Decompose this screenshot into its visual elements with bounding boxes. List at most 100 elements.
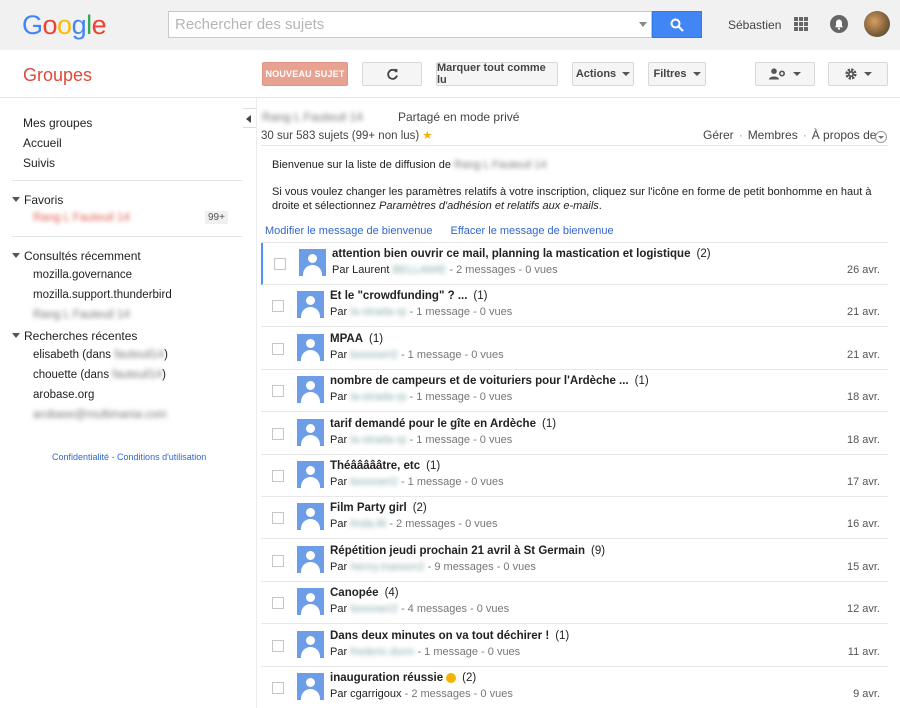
topic-row[interactable]: tarif demandé pour le gîte en Ardèche (1)… xyxy=(261,413,888,455)
topic-subject[interactable]: Dans deux minutes on va tout déchirer ! (… xyxy=(330,630,569,642)
chevron-down-icon xyxy=(793,72,801,76)
search-options-chevron-icon[interactable] xyxy=(639,22,647,27)
topic-row[interactable]: Dans deux minutes on va tout déchirer ! (… xyxy=(261,625,888,667)
membership-settings-button[interactable] xyxy=(755,62,815,86)
author-avatar-icon xyxy=(297,503,324,531)
topic-subject[interactable]: nombre de campeurs et de voituriers pour… xyxy=(330,375,649,387)
manage-link[interactable]: Gérer xyxy=(703,128,734,142)
sidebar-search-item[interactable]: chouette (dans fauteuil14) xyxy=(33,369,166,381)
sidebar-section-searches[interactable]: Recherches récentes xyxy=(12,329,137,343)
topic-author: bossoeri2 xyxy=(350,476,398,488)
topic-meta: Par la-strada-rp - 1 message - 0 vues xyxy=(330,306,512,318)
apps-grid-icon[interactable] xyxy=(794,17,808,31)
topic-subject-text: tarif demandé pour le gîte en Ardèche xyxy=(330,417,536,430)
user-name[interactable]: Sébastien xyxy=(728,18,781,32)
about-link[interactable]: À propos de xyxy=(812,128,877,142)
topic-checkbox[interactable] xyxy=(272,470,284,482)
sidebar: Mes groupes Accueil Suivis Favoris Rang … xyxy=(0,98,243,708)
sharing-status: Partagé en mode privé xyxy=(398,110,520,124)
topic-subject[interactable]: Théâââââtre, etc (1) xyxy=(330,460,440,472)
about-chevron-icon[interactable] xyxy=(875,131,887,143)
sidebar-favorite-group[interactable]: Rang L Fauteuil 14 xyxy=(33,212,130,224)
topic-checkbox[interactable] xyxy=(272,385,284,398)
topic-row[interactable]: Film Party girl (2) Par linda.lili - 2 mes… xyxy=(261,497,888,540)
sidebar-recent-item[interactable]: mozilla.support.thunderbird xyxy=(33,289,172,301)
main-divider xyxy=(261,145,888,146)
mark-all-read-button[interactable]: Marquer tout comme lu xyxy=(436,62,558,86)
sidebar-recent-item[interactable]: mozilla.governance xyxy=(33,269,132,281)
sidebar-search-item[interactable]: elisabeth (dans fauteuil14) xyxy=(33,349,168,361)
sidebar-search-item[interactable]: arobase@multimania.com xyxy=(33,409,167,421)
edit-welcome-link[interactable]: Modifier le message de bienvenue xyxy=(265,225,433,237)
google-logo[interactable]: Google xyxy=(22,10,107,41)
delete-welcome-link[interactable]: Effacer le message de bienvenue xyxy=(451,225,614,237)
topic-checkbox[interactable] xyxy=(272,342,284,355)
search-input[interactable] xyxy=(169,12,629,37)
topic-stats: - 1 message - 0 vues xyxy=(406,306,513,319)
filters-button[interactable]: Filtres xyxy=(648,62,706,86)
settings-button[interactable] xyxy=(828,62,888,86)
topic-row[interactable]: Répétition jeudi prochain 21 avril à St … xyxy=(261,540,888,582)
topic-checkbox[interactable] xyxy=(272,554,284,567)
topic-checkbox[interactable] xyxy=(274,258,286,270)
topic-stats: - 9 messages - 0 vues xyxy=(424,560,536,573)
members-link[interactable]: Membres xyxy=(748,128,798,142)
topic-checkbox[interactable] xyxy=(272,639,284,652)
topic-author: la-strada-rp xyxy=(350,433,407,446)
refresh-icon xyxy=(386,68,398,80)
sidebar-section-favorites[interactable]: Favoris xyxy=(12,193,63,207)
topic-row[interactable]: nombre de campeurs et de voituriers pour… xyxy=(261,370,888,413)
topic-date: 18 avr. xyxy=(846,433,880,446)
logo-letter: G xyxy=(22,10,43,40)
topic-subject[interactable]: attention bien ouvrir ce mail, planning … xyxy=(332,248,711,260)
collapse-sidebar-handle[interactable] xyxy=(243,108,257,128)
topic-subject[interactable]: Et le "crowdfunding" ? ... (1) xyxy=(330,290,487,302)
actions-button[interactable]: Actions xyxy=(572,62,634,86)
topic-checkbox[interactable] xyxy=(272,682,284,694)
sidebar-search-item[interactable]: arobase.org xyxy=(33,389,94,401)
topic-row[interactable]: Et le "crowdfunding" ? ... (1) Par la-stra… xyxy=(261,285,888,328)
topic-author-prefix: Par xyxy=(330,391,351,404)
topic-row[interactable]: Canopée (4) Par bossoeri2 - 4 messages - 0… xyxy=(261,582,888,625)
footer-links: Confidentialité - Conditions d'utilisati… xyxy=(52,452,207,462)
sidebar-item-home[interactable]: Accueil xyxy=(23,136,62,150)
topic-subject-text: nombre de campeurs et de voituriers pour… xyxy=(330,375,629,388)
gear-icon xyxy=(845,68,857,80)
topic-row[interactable]: MPAA (1) Par bossoeri2 - 1 message - 0 vue… xyxy=(261,328,888,370)
topic-message-count: (1) xyxy=(473,290,488,303)
privacy-link[interactable]: Confidentialité xyxy=(52,452,109,462)
terms-link[interactable]: Conditions d'utilisation xyxy=(117,452,206,462)
sidebar-recent-item[interactable]: Rang L Fauteuil 14 xyxy=(33,309,130,321)
topic-checkbox[interactable] xyxy=(272,427,284,440)
topic-row[interactable]: Théâââââtre, etc (1) Par bossoeri2 - 1 mes… xyxy=(261,455,888,497)
user-avatar[interactable] xyxy=(864,11,890,37)
topic-checkbox[interactable] xyxy=(272,300,284,313)
topic-row[interactable]: inauguration réussie (2) Par cgarrigoux - … xyxy=(261,667,888,708)
search-button[interactable] xyxy=(652,11,702,38)
topic-subject-text: inauguration réussie xyxy=(330,672,444,684)
app-title[interactable]: Groupes xyxy=(23,65,92,86)
topic-subject[interactable]: tarif demandé pour le gîte en Ardèche (1) xyxy=(330,418,556,430)
topic-checkbox[interactable] xyxy=(272,597,284,610)
topic-subject[interactable]: Canopée (4) xyxy=(330,587,399,599)
topic-date: 15 avr. xyxy=(846,560,880,573)
sidebar-item-followed[interactable]: Suivis xyxy=(23,156,55,170)
refresh-button[interactable] xyxy=(362,62,422,86)
group-name[interactable]: Rang L Fauteuil 14 xyxy=(262,110,363,124)
favorites-header-label: Favoris xyxy=(24,193,64,207)
notifications-bell-icon[interactable] xyxy=(830,15,848,33)
topic-subject[interactable]: Répétition jeudi prochain 21 avril à St … xyxy=(330,545,605,557)
topic-row[interactable]: attention bien ouvrir ce mail, planning … xyxy=(261,243,888,285)
topic-subject[interactable]: inauguration réussie (2) xyxy=(330,672,476,684)
topic-subject[interactable]: Film Party girl (2) xyxy=(330,502,427,514)
search-box[interactable] xyxy=(168,11,652,38)
star-icon[interactable]: ★ xyxy=(422,130,432,142)
sidebar-item-my-groups[interactable]: Mes groupes xyxy=(23,116,92,130)
sidebar-section-recent[interactable]: Consultés récemment xyxy=(12,249,141,263)
topic-meta: Par bossoeri2 - 1 message - 0 vues xyxy=(330,476,504,488)
new-topic-button[interactable]: NOUVEAU SUJET xyxy=(262,62,348,86)
topic-checkbox[interactable] xyxy=(272,512,284,525)
top-bar: Google Sébastien xyxy=(0,0,900,50)
topic-message-count: (2) xyxy=(462,672,477,684)
topic-subject[interactable]: MPAA (1) xyxy=(330,333,383,345)
